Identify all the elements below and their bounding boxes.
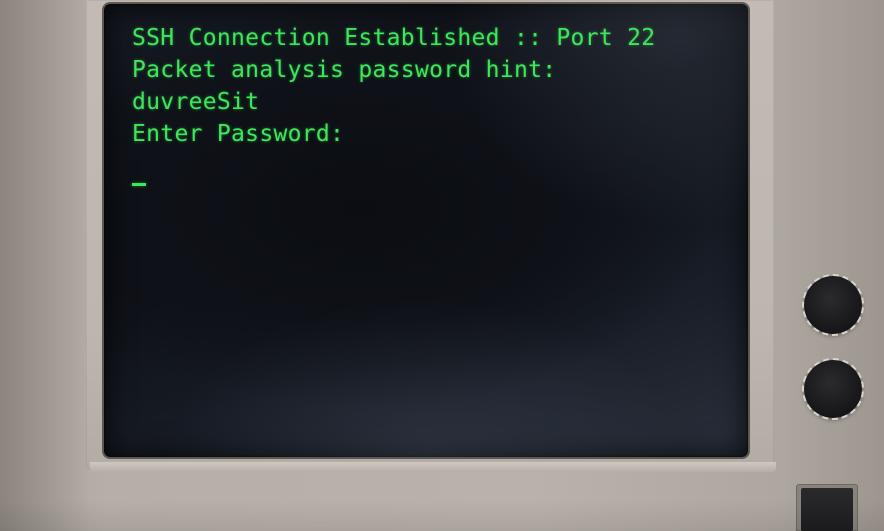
bezel-ledge xyxy=(90,462,776,472)
crt-screen[interactable]: SSH Connection Established :: Port 22 Pa… xyxy=(104,4,748,457)
terminal-line-connection: SSH Connection Established :: Port 22 xyxy=(132,25,656,51)
terminal-output: SSH Connection Established :: Port 22 Pa… xyxy=(132,22,732,194)
terminal-line-hint-label: Packet analysis password hint: xyxy=(132,57,557,83)
base-shadow xyxy=(0,500,884,531)
password-input[interactable] xyxy=(132,162,732,194)
crt-monitor-scene: SSH Connection Established :: Port 22 Pa… xyxy=(0,0,884,531)
terminal-line-hint-value: duvreeSit xyxy=(132,89,260,115)
dial-knob-icon[interactable] xyxy=(802,274,864,336)
screen-glare-bottom xyxy=(164,297,684,457)
dial-knob-icon[interactable] xyxy=(802,358,864,420)
text-cursor-icon xyxy=(132,183,146,186)
terminal-line-password-prompt: Enter Password: xyxy=(132,121,345,147)
casing-shadow xyxy=(0,0,90,531)
